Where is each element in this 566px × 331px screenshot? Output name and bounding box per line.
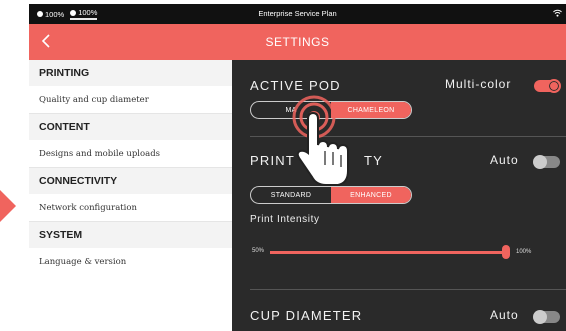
multi-color-toggle[interactable] [534, 79, 561, 93]
print-quality-auto-toggle[interactable] [533, 155, 560, 169]
intensity-slider-track[interactable] [270, 251, 506, 254]
toggle-knob [547, 79, 561, 93]
app-frame: 100% 100% Enterprise Service Plan SETTIN… [0, 0, 566, 331]
wifi-icon [553, 9, 562, 19]
print-quality-label-right: TY [364, 153, 384, 168]
intensity-slider-knob[interactable] [502, 245, 510, 259]
toggle-knob [533, 155, 547, 169]
status-title: Enterprise Service Plan [258, 9, 337, 18]
print-intensity-label: Print Intensity [250, 214, 320, 225]
multi-color-label: Multi-color [445, 77, 512, 91]
settings-panel: ACTIVE POD Multi-color MA CHAMELEON PRIN… [232, 60, 566, 331]
pointer-arrow-icon [0, 190, 16, 222]
intensity-max-label: 100% [516, 249, 532, 255]
status-bar: 100% 100% Enterprise Service Plan [29, 4, 566, 24]
active-pod-label: ACTIVE POD [250, 78, 341, 93]
menu-item-language[interactable]: Language & version [29, 248, 232, 275]
print-quality-label-left: PRINT [250, 153, 295, 168]
menu-section-system: SYSTEM [29, 222, 232, 248]
print-quality-auto-label: Auto [490, 153, 519, 167]
toggle-knob [533, 310, 547, 324]
page-title: SETTINGS [265, 35, 330, 49]
cup-diameter-auto-toggle[interactable] [533, 310, 560, 324]
menu-section-printing: PRINTING [29, 60, 232, 86]
settings-menu: PRINTING Quality and cup diameter CONTEN… [29, 60, 232, 331]
settings-header: SETTINGS [29, 24, 566, 60]
menu-section-content: CONTENT [29, 114, 232, 140]
menu-section-connectivity: CONNECTIVITY [29, 168, 232, 194]
cup-diameter-label: CUP DIAMETER [250, 308, 363, 323]
menu-item-designs[interactable]: Designs and mobile uploads [29, 140, 232, 167]
hand-pointer-icon [292, 95, 352, 190]
cup-diameter-auto-label: Auto [490, 308, 519, 322]
menu-item-network[interactable]: Network configuration [29, 194, 232, 221]
section-divider [250, 289, 566, 290]
intensity-min-label: 50% [252, 248, 265, 254]
menu-item-quality[interactable]: Quality and cup diameter [29, 86, 232, 113]
